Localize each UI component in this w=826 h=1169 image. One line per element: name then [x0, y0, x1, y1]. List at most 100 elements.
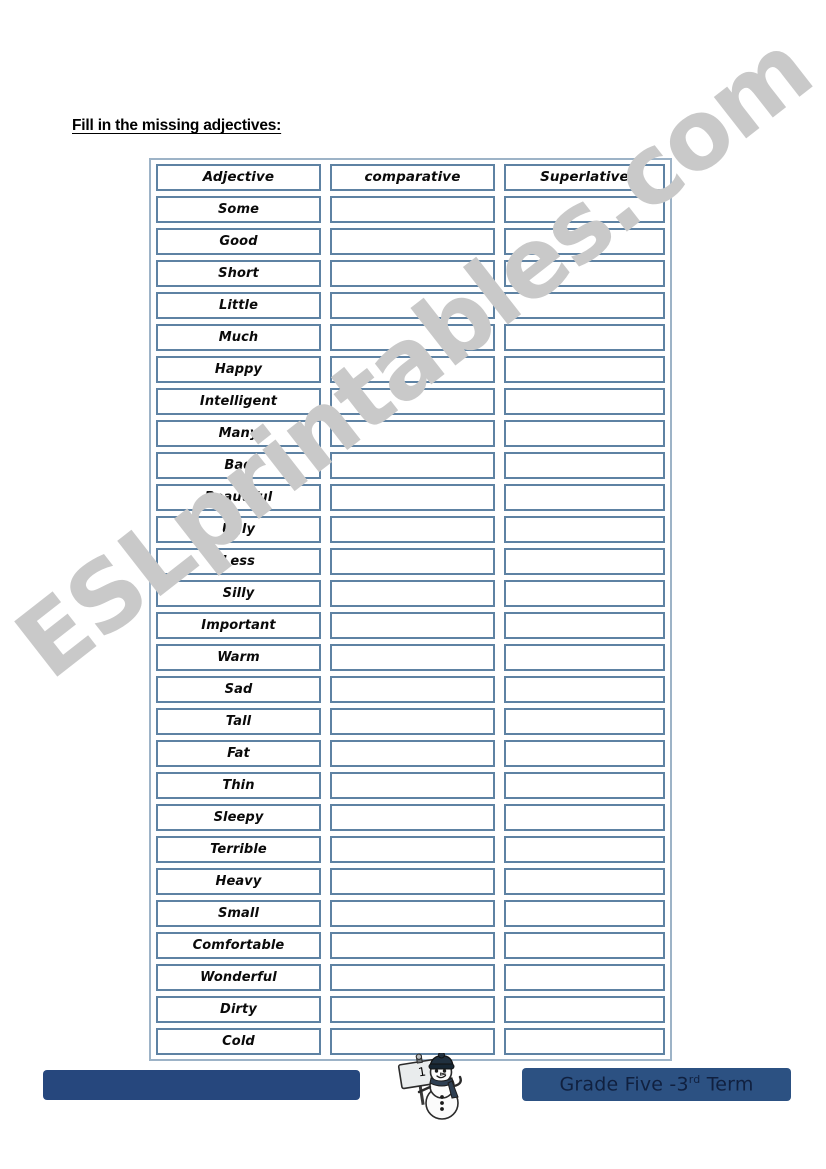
cell-adjective: Beautiful: [156, 484, 321, 511]
table-row: Bad: [156, 452, 665, 479]
table-row: Beautiful: [156, 484, 665, 511]
footer-grade-text: Grade Five -3: [559, 1073, 689, 1096]
cell-comparative-blank[interactable]: [329, 580, 495, 607]
cell-comparative-blank[interactable]: [329, 228, 495, 255]
cell-adjective: Happy: [156, 356, 321, 383]
cell-comparative-blank[interactable]: [329, 516, 495, 543]
cell-comparative-blank[interactable]: [329, 324, 495, 351]
cell-superlative-blank[interactable]: [503, 196, 665, 223]
cell-comparative-blank[interactable]: [329, 644, 495, 671]
table-row: Wonderful: [156, 964, 665, 991]
table-row: Comfortable: [156, 932, 665, 959]
cell-adjective: Heavy: [156, 868, 321, 895]
cell-adjective: Sleepy: [156, 804, 321, 831]
cell-adjective: Small: [156, 900, 321, 927]
cell-superlative-blank[interactable]: [503, 324, 665, 351]
cell-comparative-blank[interactable]: [329, 740, 495, 767]
cell-adjective: Intelligent: [156, 388, 321, 415]
cell-superlative-blank[interactable]: [503, 452, 665, 479]
cell-superlative-blank[interactable]: [503, 356, 665, 383]
table-row: Many: [156, 420, 665, 447]
footer-ordinal-suffix: rd: [688, 1073, 701, 1087]
cell-superlative-blank[interactable]: [503, 516, 665, 543]
cell-adjective: Cold: [156, 1028, 321, 1055]
table-row: Much: [156, 324, 665, 351]
table-row: Warm: [156, 644, 665, 671]
page-title: Fill in the missing adjectives:: [72, 117, 282, 134]
cell-comparative-blank[interactable]: [329, 548, 495, 575]
cell-comparative-blank[interactable]: [329, 996, 495, 1023]
table-row: Some: [156, 196, 665, 223]
cell-superlative-blank[interactable]: [503, 964, 665, 991]
table-header-row: Adjective comparative Superlative: [156, 164, 665, 191]
cell-adjective: Comfortable: [156, 932, 321, 959]
cell-adjective: Thin: [156, 772, 321, 799]
cell-comparative-blank[interactable]: [329, 452, 495, 479]
cell-adjective: Terrible: [156, 836, 321, 863]
cell-adjective: Less: [156, 548, 321, 575]
cell-superlative-blank[interactable]: [503, 420, 665, 447]
cell-superlative-blank[interactable]: [503, 612, 665, 639]
table-row: Less: [156, 548, 665, 575]
cell-comparative-blank[interactable]: [329, 676, 495, 703]
cell-adjective: Important: [156, 612, 321, 639]
cell-comparative-blank[interactable]: [329, 292, 495, 319]
cell-comparative-blank[interactable]: [329, 484, 495, 511]
cell-superlative-blank[interactable]: [503, 1028, 665, 1055]
cell-superlative-blank[interactable]: [503, 996, 665, 1023]
cell-superlative-blank[interactable]: [503, 548, 665, 575]
cell-comparative-blank[interactable]: [329, 708, 495, 735]
table-row: Sad: [156, 676, 665, 703]
cell-adjective: Ugly: [156, 516, 321, 543]
cell-comparative-blank[interactable]: [329, 772, 495, 799]
table-row: Important: [156, 612, 665, 639]
cell-comparative-blank[interactable]: [329, 1028, 495, 1055]
cell-superlative-blank[interactable]: [503, 580, 665, 607]
cell-superlative-blank[interactable]: [503, 388, 665, 415]
cell-adjective: Bad: [156, 452, 321, 479]
cell-adjective: Some: [156, 196, 321, 223]
adjectives-table: Adjective comparative Superlative Some Go…: [149, 158, 672, 1061]
cell-superlative-blank[interactable]: [503, 836, 665, 863]
cell-superlative-blank[interactable]: [503, 708, 665, 735]
cell-superlative-blank[interactable]: [503, 804, 665, 831]
table-row: Thin: [156, 772, 665, 799]
cell-comparative-blank[interactable]: [329, 612, 495, 639]
cell-comparative-blank[interactable]: [329, 196, 495, 223]
table-row: Heavy: [156, 868, 665, 895]
header-cell-adjective: Adjective: [156, 164, 321, 191]
cell-comparative-blank[interactable]: [329, 804, 495, 831]
cell-superlative-blank[interactable]: [503, 932, 665, 959]
cell-superlative-blank[interactable]: [503, 868, 665, 895]
cell-superlative-blank[interactable]: [503, 900, 665, 927]
table-row: Short: [156, 260, 665, 287]
cell-comparative-blank[interactable]: [329, 356, 495, 383]
cell-comparative-blank[interactable]: [329, 868, 495, 895]
table-row: Sleepy: [156, 804, 665, 831]
cell-comparative-blank[interactable]: [329, 836, 495, 863]
cell-superlative-blank[interactable]: [503, 772, 665, 799]
cell-superlative-blank[interactable]: [503, 228, 665, 255]
cell-adjective: Good: [156, 228, 321, 255]
cell-superlative-blank[interactable]: [503, 644, 665, 671]
cell-adjective: Fat: [156, 740, 321, 767]
table-row: Intelligent: [156, 388, 665, 415]
footer-left-bar: [43, 1070, 360, 1100]
table-row: Ugly: [156, 516, 665, 543]
cell-comparative-blank[interactable]: [329, 932, 495, 959]
cell-comparative-blank[interactable]: [329, 420, 495, 447]
footer-term-text: Term: [700, 1073, 754, 1096]
cell-comparative-blank[interactable]: [329, 964, 495, 991]
cell-superlative-blank[interactable]: [503, 740, 665, 767]
cell-comparative-blank[interactable]: [329, 388, 495, 415]
cell-comparative-blank[interactable]: [329, 260, 495, 287]
cell-superlative-blank[interactable]: [503, 484, 665, 511]
cell-comparative-blank[interactable]: [329, 900, 495, 927]
cell-adjective: Sad: [156, 676, 321, 703]
cell-superlative-blank[interactable]: [503, 676, 665, 703]
cell-superlative-blank[interactable]: [503, 292, 665, 319]
footer-right-label: Grade Five -3rd Term: [559, 1073, 753, 1095]
table-row: Tall: [156, 708, 665, 735]
cell-superlative-blank[interactable]: [503, 260, 665, 287]
table-row: Cold: [156, 1028, 665, 1055]
